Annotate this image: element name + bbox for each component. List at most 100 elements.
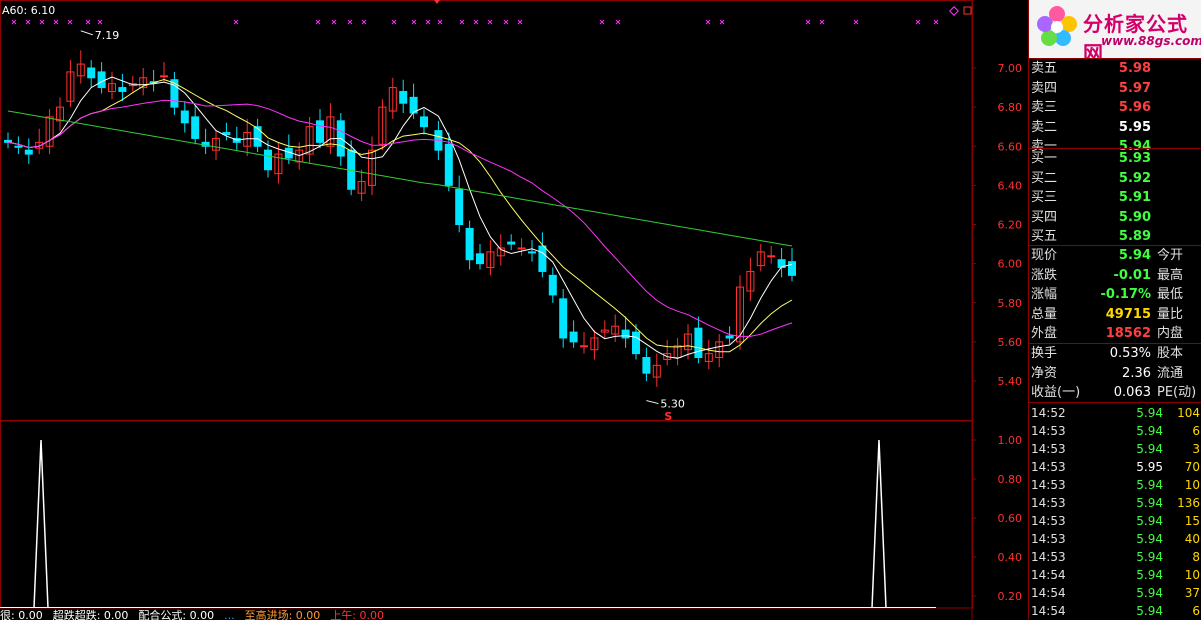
candle-body <box>621 329 630 339</box>
indicator-spike <box>33 439 49 609</box>
sell-price: 5.98 <box>1118 61 1151 76</box>
sell-row[interactable]: 卖二 5.95 <box>1029 118 1201 137</box>
tick-price: 5.94 <box>1136 568 1163 582</box>
tick-volume: 37 <box>1184 586 1200 600</box>
buy-row[interactable]: 买一 5.93 <box>1029 149 1201 168</box>
buy-price: 5.89 <box>1118 229 1151 245</box>
sell-price: 5.95 <box>1118 119 1151 135</box>
kline-chart-area[interactable]: 7.00 6.80 6.60 6.40 6.20 6.00 5.80 5.60 5.40 1.00… <box>0 0 1027 620</box>
tick-volume: 104 <box>1177 406 1200 420</box>
tick-price: 5.94 <box>1136 586 1163 600</box>
candle-body <box>559 298 568 339</box>
quote-label: 涨跌 <box>1031 267 1058 283</box>
tick-row: 14:53 5.94 6 <box>1029 422 1201 440</box>
fundamentals-label: 净资 <box>1031 365 1058 381</box>
tick-time: 14:52 <box>1031 406 1066 420</box>
price-tick-label: 6.00 <box>998 258 1023 271</box>
sell-price: 5.97 <box>1118 80 1151 96</box>
low-marker-label: 5.30 <box>660 398 685 411</box>
tick-volume: 6 <box>1192 424 1200 438</box>
sell-row[interactable]: 卖四 5.97 <box>1029 79 1201 98</box>
tick-row: 14:53 5.94 15 <box>1029 512 1201 530</box>
price-tick-label: 6.20 <box>998 219 1023 232</box>
quote-label: 涨幅 <box>1031 287 1058 303</box>
tick-price: 5.94 <box>1136 406 1163 420</box>
candle-body <box>222 132 231 136</box>
indicator-tick-label: 0.60 <box>998 512 1023 525</box>
price-tick-label: 5.80 <box>998 297 1023 310</box>
logo-brand: 分析家公式网 <box>1083 12 1188 58</box>
tick-price: 5.94 <box>1136 424 1163 438</box>
candle-body <box>455 188 464 226</box>
quote-value: 18562 <box>1105 326 1151 342</box>
kline-chart[interactable]: 7.00 6.80 6.60 6.40 6.20 6.00 5.80 5.60 5.40 1.00… <box>0 0 1027 620</box>
candle-body <box>420 116 428 128</box>
candle-body <box>14 145 23 148</box>
candle-body <box>118 87 127 92</box>
ticks-separator <box>1029 402 1201 403</box>
tick-row: 14:54 5.94 6 <box>1029 602 1201 620</box>
sell-row[interactable]: 卖三 5.96 <box>1029 98 1201 117</box>
candle-body <box>4 139 12 143</box>
fundamentals-row: 净资 2.36 流通 <box>1029 364 1201 383</box>
tick-row: 14:54 5.94 10 <box>1029 566 1201 584</box>
price-tick-label: 6.40 <box>998 179 1023 192</box>
logo: 分析家公式网 www.88gs.com <box>1029 0 1201 58</box>
fundamentals-row: 换手 0.53% 股本 <box>1029 344 1201 363</box>
candle-body <box>517 247 526 250</box>
buy-label: 买四 <box>1031 209 1058 225</box>
tick-row: 14:54 5.94 37 <box>1029 584 1201 602</box>
price-tick-label: 5.40 <box>998 375 1023 388</box>
buy-row[interactable]: 买四 5.90 <box>1029 208 1201 227</box>
tick-price: 5.94 <box>1136 550 1163 564</box>
tick-price: 5.94 <box>1136 514 1163 528</box>
high-marker-arrow <box>80 30 93 36</box>
candle-body <box>399 90 408 104</box>
indicator-legend-item: 超跌超跌: 0.00 <box>52 609 129 620</box>
quote-label-secondary: 最高 <box>1157 267 1184 283</box>
buy-price: 5.92 <box>1118 170 1151 186</box>
quote-row: 涨跌 -0.01 最高 <box>1029 266 1201 285</box>
tick-row: 14:53 5.94 136 <box>1029 494 1201 512</box>
fundamentals-value: 2.36 <box>1122 365 1151 381</box>
diamond-marker <box>949 6 959 16</box>
flower-logo-icon <box>1037 6 1077 46</box>
tick-volume: 136 <box>1177 496 1200 510</box>
ma10-line <box>7 78 793 353</box>
candle-body <box>264 149 272 171</box>
tick-row: 14:52 5.94 104 <box>1029 404 1201 422</box>
quote-row: 外盘 18562 内盘 <box>1029 324 1201 343</box>
buy-label: 买二 <box>1031 170 1058 186</box>
candle-body <box>191 116 200 139</box>
buy-row[interactable]: 买五 5.89 <box>1029 227 1201 246</box>
indicator-tick-label: 0.80 <box>998 473 1023 486</box>
candle-body <box>253 126 262 147</box>
sell-row[interactable]: 卖五 5.98 <box>1029 59 1201 78</box>
price-frame <box>0 0 973 421</box>
quote-value: 5.94 <box>1118 248 1151 263</box>
tick-time: 14:53 <box>1031 460 1066 474</box>
indicator-frame <box>0 420 973 609</box>
candle-body <box>528 251 536 254</box>
indicator-legend-item: ... <box>224 609 235 620</box>
buy-price: 5.90 <box>1118 209 1151 225</box>
tick-volume: 10 <box>1184 568 1200 582</box>
tick-time: 14:54 <box>1031 604 1066 618</box>
tick-price: 5.94 <box>1136 478 1163 492</box>
candle-body <box>24 149 33 155</box>
current-position-marker <box>434 0 440 4</box>
buy-row[interactable]: 买二 5.92 <box>1029 169 1201 188</box>
fundamentals-label-secondary: 流通 <box>1157 365 1184 381</box>
candle-body <box>180 110 189 124</box>
tick-time: 14:53 <box>1031 424 1066 438</box>
signal-marker-label: S <box>664 410 672 423</box>
quote-label-secondary: 内盘 <box>1157 326 1184 342</box>
tick-time: 14:53 <box>1031 532 1066 546</box>
tick-volume: 70 <box>1184 460 1200 474</box>
fundamentals-row: 收益(一) 0.063 PE(动) <box>1029 383 1201 402</box>
tick-time: 14:53 <box>1031 442 1066 456</box>
quote-label-secondary: 量比 <box>1157 306 1184 322</box>
tick-price: 5.94 <box>1136 604 1163 618</box>
candle-body <box>465 227 474 261</box>
buy-row[interactable]: 买三 5.91 <box>1029 188 1201 207</box>
